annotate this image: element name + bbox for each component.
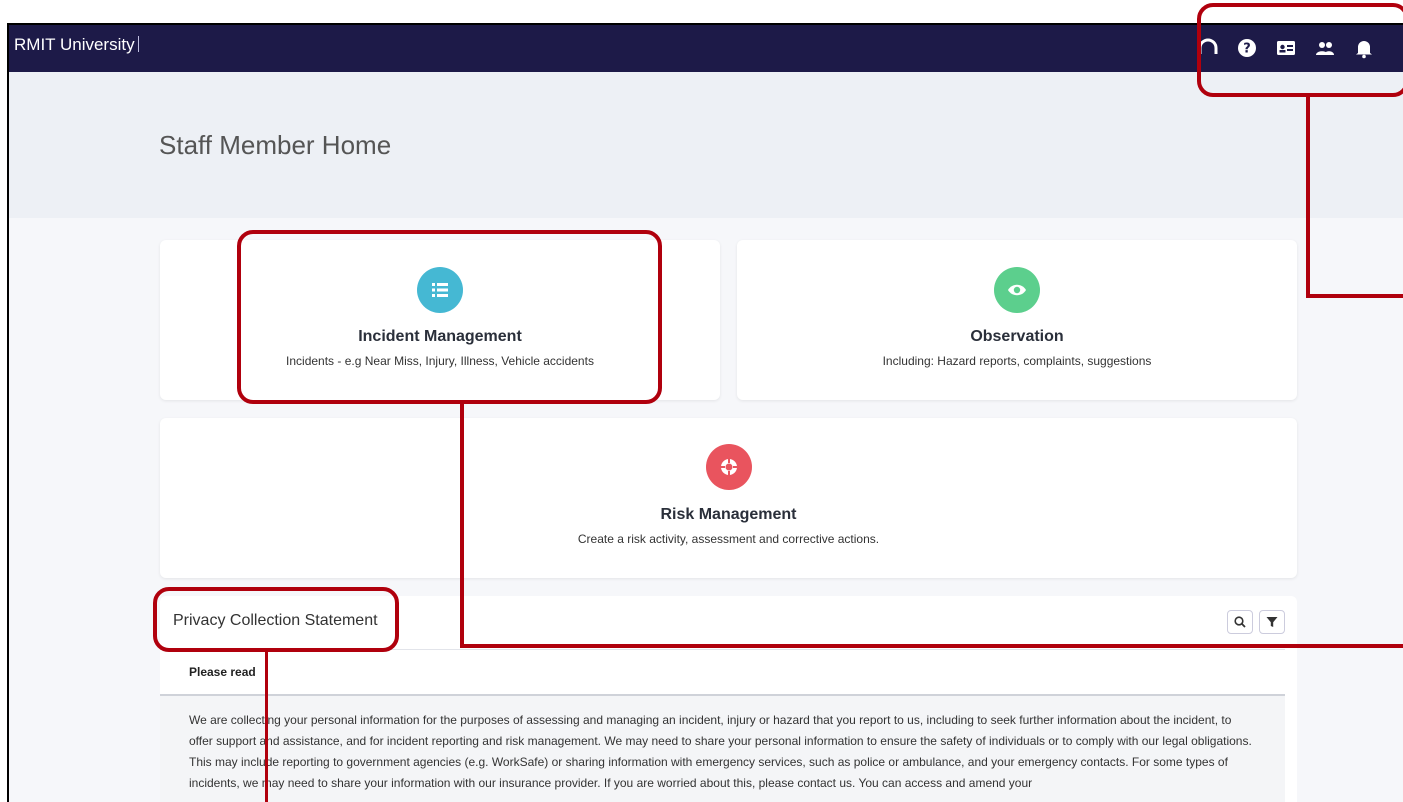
incident-management-card[interactable]: Incident Management Incidents - e.g Near…	[160, 240, 720, 400]
observation-card[interactable]: Observation Including: Hazard reports, c…	[737, 240, 1297, 400]
filter-button[interactable]	[1259, 610, 1285, 634]
list-icon	[417, 267, 463, 313]
card-title: Observation	[970, 328, 1064, 345]
panel-toolbar	[1227, 610, 1285, 634]
card-description: Incidents - e.g Near Miss, Injury, Illne…	[286, 354, 594, 368]
risk-management-card[interactable]: Risk Management Create a risk activity, …	[160, 418, 1297, 578]
table-header-row: Please read	[160, 649, 1285, 696]
filter-icon	[1266, 617, 1278, 627]
search-button[interactable]	[1227, 610, 1253, 634]
headset-icon[interactable]	[1197, 37, 1219, 59]
help-icon[interactable]: ?	[1236, 37, 1258, 59]
id-card-icon[interactable]	[1275, 37, 1297, 59]
please-read-heading: Please read	[189, 665, 256, 679]
page-header: Staff Member Home	[7, 72, 1403, 218]
main-content: Incident Management Incidents - e.g Near…	[7, 218, 1403, 802]
page-title: Staff Member Home	[159, 130, 392, 160]
people-icon[interactable]	[1314, 37, 1336, 59]
privacy-title: Privacy Collection Statement	[173, 612, 378, 629]
app-window: RMIT University ? Staff Member Home Inci…	[0, 0, 1403, 802]
privacy-statement-panel: Privacy Collection Statement Please read…	[160, 596, 1297, 802]
brand-text: RMIT University	[14, 35, 135, 54]
search-icon	[1234, 616, 1246, 628]
card-title: Risk Management	[660, 506, 797, 523]
card-description: Create a risk activity, assessment and c…	[577, 532, 880, 546]
top-icon-group: ?	[1197, 37, 1375, 59]
privacy-body-text: We are collecting your personal informat…	[160, 696, 1285, 802]
eye-icon	[994, 267, 1040, 313]
svg-text:?: ?	[1243, 42, 1251, 57]
card-description: Including: Hazard reports, complaints, s…	[882, 354, 1152, 368]
card-title: Incident Management	[358, 328, 522, 345]
brand-label[interactable]: RMIT University	[14, 35, 139, 55]
bell-icon[interactable]	[1353, 37, 1375, 59]
lifebuoy-icon	[705, 444, 752, 490]
top-navigation-bar: RMIT University ?	[7, 23, 1403, 72]
brand-separator	[137, 36, 139, 52]
